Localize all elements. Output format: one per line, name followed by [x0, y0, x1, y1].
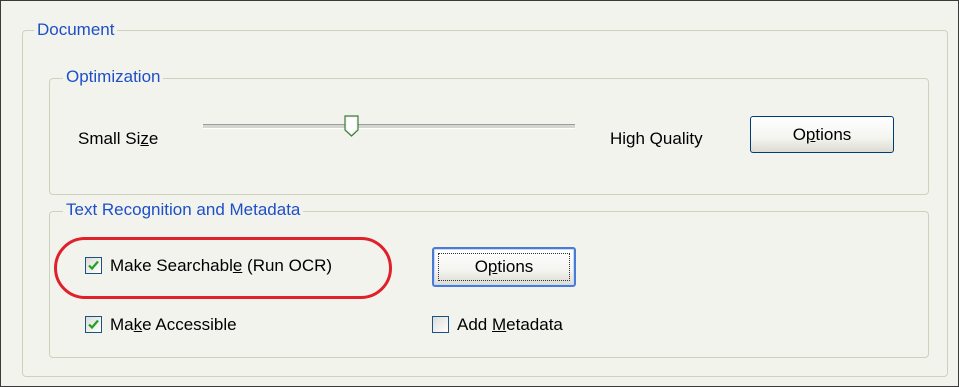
make-accessible-checkbox[interactable]	[85, 316, 102, 333]
checkmark-icon	[88, 260, 99, 271]
add-metadata-label: Add Metadata	[457, 315, 563, 334]
ocr-options-button[interactable]: Op tions	[432, 247, 576, 287]
add-metadata-checkbox[interactable]	[432, 316, 449, 333]
checkmark-icon	[88, 319, 99, 330]
optimization-options-button[interactable]: Op tions	[750, 116, 894, 153]
make-accessible-label: Make Accessible	[110, 315, 237, 334]
slider-min-label: Small Size	[78, 129, 159, 148]
make-searchable-checkbox[interactable]	[85, 257, 102, 274]
document-group-legend: Document	[34, 20, 118, 40]
settings-panel: Document Optimization Small Size High Qu…	[0, 0, 959, 387]
slider-max-label: High Quality	[610, 129, 703, 148]
quality-slider-track[interactable]	[203, 124, 575, 129]
make-searchable-label: Make Searchable (Run OCR)	[110, 256, 333, 275]
text-recognition-group-legend: Text Recognition and Metadata	[63, 200, 304, 220]
optimization-group-legend: Optimization	[63, 67, 164, 87]
focus-ring	[438, 253, 570, 281]
quality-slider-thumb[interactable]	[344, 115, 359, 137]
